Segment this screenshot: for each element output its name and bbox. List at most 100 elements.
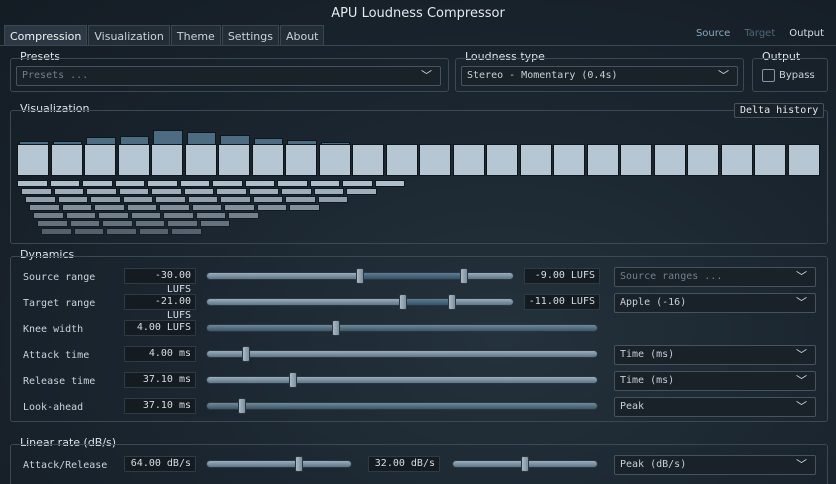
target-range-low-handle[interactable]: [398, 294, 407, 310]
target-range-label: Target range: [23, 298, 96, 309]
chevron-down-icon: ﹀: [796, 270, 807, 283]
visualization-history-cell: [134, 220, 165, 227]
release-time-unit-combo[interactable]: Time (ms) ﹀: [614, 371, 816, 391]
knee-width-handle[interactable]: [331, 320, 340, 336]
visualization-history-cell: [289, 204, 320, 211]
visualization-history-cell: [122, 196, 153, 203]
linear-release-field[interactable]: 32.00 dB/s: [368, 456, 440, 472]
visualization-level-block: [352, 144, 384, 176]
knee-width-field[interactable]: 4.00 LUFS: [124, 320, 196, 336]
visualization-history-cell: [159, 204, 190, 211]
visualization-level-block: [17, 144, 49, 176]
linear-release-handle[interactable]: [521, 456, 529, 472]
look-ahead-field[interactable]: 37.10 ms: [124, 398, 196, 414]
visualization-level-block: [318, 144, 351, 176]
linear-attack-handle[interactable]: [295, 456, 304, 472]
visualization-level-block: [720, 144, 753, 176]
attack-time-handle[interactable]: [242, 346, 250, 362]
source-range-fill: [360, 273, 465, 279]
visualization-history-cell: [118, 188, 149, 195]
meter-toggles: Source Target Output: [696, 28, 824, 39]
target-range-max-field[interactable]: -11.00 LUFS: [524, 294, 600, 310]
visualization-level-block: [251, 144, 284, 176]
delta-history-button[interactable]: Delta history: [734, 103, 825, 118]
source-range-low-handle[interactable]: [356, 268, 364, 284]
visualization-history-cell: [256, 204, 287, 211]
visualization-history-cell: [346, 188, 377, 195]
look-ahead-label: Look-ahead: [23, 402, 84, 413]
source-range-min-field[interactable]: -30.00 LUFS: [124, 268, 196, 295]
source-range-slider[interactable]: [206, 268, 514, 284]
attack-time-unit-combo[interactable]: Time (ms) ﹀: [614, 345, 816, 365]
visualization-history-cell: [155, 196, 186, 203]
attack-time-field[interactable]: 4.00 ms: [124, 346, 196, 362]
visualization-level-block: [84, 144, 116, 176]
visualization-level-block: [419, 144, 451, 176]
linear-rate-mode-combo[interactable]: Peak (dB/s) ﹀: [614, 455, 816, 475]
target-range-min-field[interactable]: -21.00 LUFS: [124, 294, 196, 321]
visualization-history-cell: [21, 188, 52, 195]
loudness-type-combo[interactable]: Stereo - Momentary (0.4s) ﹀: [461, 66, 738, 86]
visualization-history-cell: [130, 212, 161, 219]
loudness-type-value: Stereo - Momentary (0.4s): [467, 70, 618, 81]
release-time-field[interactable]: 37.10 ms: [124, 372, 196, 388]
visualization-level-block: [117, 144, 150, 176]
linear-attack-slider[interactable]: [206, 456, 352, 472]
target-range-slider[interactable]: [206, 294, 514, 310]
look-ahead-slider[interactable]: [206, 398, 598, 414]
visualization-level-block: [519, 144, 552, 176]
meter-output-toggle[interactable]: Output: [789, 28, 824, 39]
visualization-history-cell: [57, 196, 88, 203]
visualization-history-cell: [106, 228, 137, 235]
release-time-handle[interactable]: [288, 372, 297, 388]
visualization-history-cell: [374, 180, 405, 187]
visualization-history-cell: [65, 212, 96, 219]
tab-compression[interactable]: Compression: [4, 25, 88, 46]
visualization-history-cell: [94, 204, 125, 211]
window-title: APU Loudness Compressor: [331, 6, 505, 21]
meter-target-toggle[interactable]: Target: [744, 28, 775, 39]
source-ranges-combo[interactable]: Source ranges ... ﹀: [614, 267, 816, 287]
source-range-high-handle[interactable]: [460, 268, 469, 284]
knee-width-slider[interactable]: [206, 320, 598, 336]
presets-combo[interactable]: Presets ... ﹀: [16, 66, 441, 86]
visualization-level-block: [553, 144, 585, 176]
loudness-history-visualization: [15, 120, 821, 238]
visualization-level-block: [151, 144, 183, 176]
look-ahead-handle[interactable]: [238, 398, 247, 414]
target-preset-combo[interactable]: Apple (-16) ﹀: [614, 293, 816, 313]
tab-divider: [0, 45, 836, 46]
chevron-down-icon: ﹀: [796, 374, 807, 387]
presets-placeholder: Presets ...: [22, 70, 89, 81]
source-ranges-placeholder: Source ranges ...: [620, 271, 723, 282]
release-time-slider[interactable]: [206, 372, 598, 388]
tab-settings[interactable]: Settings: [221, 25, 279, 46]
visualization-history-cell: [309, 180, 340, 187]
linear-release-slider[interactable]: [452, 456, 598, 472]
target-preset-value: Apple (-16): [620, 297, 687, 308]
attack-time-slider[interactable]: [206, 346, 598, 362]
visualization-level-block: [687, 144, 719, 176]
visualization-level-block: [754, 144, 786, 176]
meter-source-toggle[interactable]: Source: [696, 28, 730, 39]
visualization-history-cell: [248, 188, 279, 195]
visualization-history-cell: [183, 188, 214, 195]
tab-theme[interactable]: Theme: [170, 25, 221, 46]
source-range-max-field[interactable]: -9.00 LUFS: [524, 268, 600, 284]
linear-rate-mode-value: Peak (dB/s): [620, 459, 687, 470]
tab-about[interactable]: About: [279, 25, 325, 46]
target-range-high-handle[interactable]: [447, 294, 456, 310]
source-range-label: Source range: [23, 272, 96, 283]
visualization-history-cell: [82, 180, 113, 187]
visualization-level-block: [452, 144, 485, 176]
bypass-checkbox[interactable]: [762, 69, 775, 82]
tab-visualization[interactable]: Visualization: [88, 25, 170, 46]
visualization-history-cell: [224, 204, 255, 211]
visualization-history-cell: [195, 212, 226, 219]
linear-attack-field[interactable]: 64.00 dB/s: [124, 456, 196, 472]
visualization-history-cell: [29, 204, 60, 211]
visualization-history-cell: [98, 212, 129, 219]
attack-release-label: Attack/Release: [23, 460, 108, 471]
look-ahead-mode-combo[interactable]: Peak ﹀: [614, 397, 816, 417]
visualization-history-cell: [41, 228, 72, 235]
